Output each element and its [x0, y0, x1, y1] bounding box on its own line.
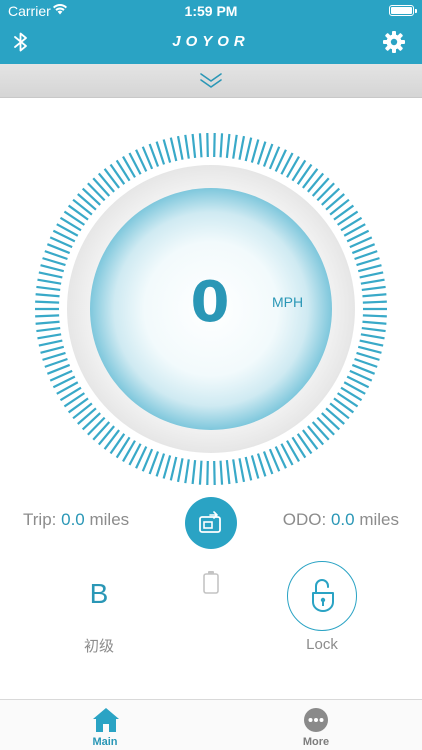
status-bar: Carrier 1:59 PM — [0, 0, 422, 20]
odo-unit: miles — [359, 510, 399, 529]
odo-value: 0.0 — [330, 510, 355, 529]
tab-more[interactable]: More — [276, 700, 356, 750]
switch-screen-icon — [199, 511, 221, 533]
speed-value: 0 — [190, 270, 230, 335]
speed-unit: MPH — [272, 294, 304, 310]
switch-screen-button[interactable] — [185, 497, 237, 549]
bluetooth-icon[interactable] — [8, 29, 34, 55]
trip-label: Trip: — [23, 510, 57, 529]
odo-label: ODO: — [282, 510, 327, 529]
gear-icon[interactable] — [382, 30, 406, 54]
lock-button[interactable] — [287, 561, 357, 631]
wifi-icon — [53, 4, 67, 15]
tab-more-label: More — [302, 736, 330, 748]
home-icon — [93, 708, 119, 732]
collapse-panel-toggle[interactable] — [0, 64, 422, 98]
battery-icon — [203, 571, 219, 594]
more-icon — [304, 708, 328, 732]
trip-distance: Trip: 0.0 miles — [23, 510, 129, 530]
trip-unit: miles — [89, 510, 130, 529]
joyor-logo: JOYOR — [172, 33, 250, 50]
tab-main-label: Main — [92, 736, 118, 748]
double-chevron-down-icon — [200, 73, 222, 88]
ride-mode-label: 初级 — [83, 637, 114, 655]
odo-distance: ODO: 0.0 miles — [283, 510, 399, 530]
phone-battery-icon — [389, 5, 417, 16]
ride-mode-button[interactable]: B — [60, 578, 138, 610]
tab-main[interactable]: Main — [65, 700, 145, 750]
lock-label: Lock — [306, 636, 338, 653]
nav-bar: JOYOR — [0, 20, 422, 64]
trip-value: 0.0 — [61, 510, 85, 529]
carrier-label: Carrier — [8, 3, 51, 19]
tab-bar: Main More — [0, 699, 422, 750]
padlock-open-icon — [312, 579, 334, 612]
